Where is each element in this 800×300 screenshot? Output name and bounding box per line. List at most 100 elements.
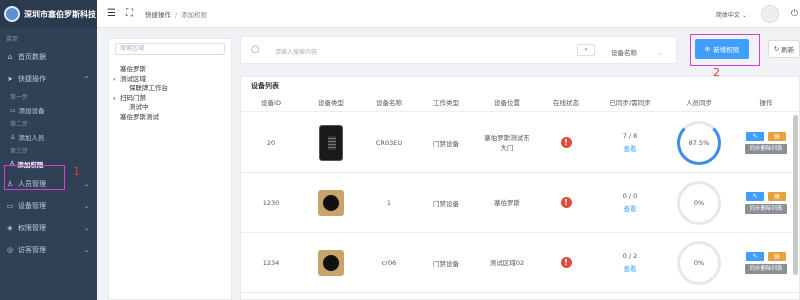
tree-node[interactable]: 塞伯罗斯测试 [113, 113, 231, 123]
tree-node[interactable]: 测试中 [113, 103, 231, 113]
language-select[interactable]: 简体中文 ⌄ [716, 10, 747, 19]
power-icon[interactable]: ⏻ [791, 9, 798, 19]
device-icon: ▭ [10, 106, 16, 114]
column-header: 在线状态 [553, 99, 579, 107]
scrollbar[interactable] [793, 115, 798, 275]
table-cell: ! [539, 137, 593, 148]
step-label: 第二步 [10, 121, 29, 128]
logo [4, 6, 20, 22]
table-cell: ✎ ▤ 同步删除列表 [731, 251, 800, 274]
edit-button[interactable]: ✎ [745, 191, 764, 201]
sidebar-item-permissions[interactable]: ◈ 权限管理 ⌄ [0, 217, 97, 239]
table-title: 设备列表 [251, 82, 279, 90]
tree-search-input[interactable]: 搜索区域 [115, 43, 225, 55]
tree-node-label: 塞伯罗斯 [120, 65, 146, 73]
device-field-select[interactable]: 设备名称 ⌄ [611, 47, 662, 57]
sync-delete-button[interactable]: 同步删除列表 [745, 143, 787, 154]
search-bar: ○ 请输入搜索内容 ⌕ 设备名称 ⌄ [240, 36, 677, 64]
user-icon: ♙ [10, 133, 16, 141]
table-cell: 塞伯罗斯 [475, 198, 539, 208]
device-id: 1234 [262, 258, 280, 267]
tree-node[interactable]: ▾ 扫码门禁 [113, 94, 231, 104]
step-label: 第一步 [10, 94, 29, 101]
breadcrumb: 快捷操作 / 添加权限 [145, 9, 207, 19]
tree-node[interactable]: 保联牌工作台 [113, 84, 231, 94]
sidebar-item-home[interactable]: ⌂ 首页数据 [0, 46, 97, 68]
sidebar-item-quick-actions[interactable]: ➤ 快捷操作 ^ [0, 68, 97, 90]
column-header: 工作类型 [433, 99, 459, 107]
caret-down-icon[interactable]: ▾ [113, 76, 120, 86]
view-link[interactable]: 查看 [624, 263, 637, 273]
menu-toggle-icon[interactable]: ☰ [107, 8, 116, 19]
refresh-label: 刷新 [781, 46, 795, 54]
device-location: 塞伯罗斯测试东大门 [484, 133, 530, 152]
breadcrumb-root[interactable]: 快捷操作 [145, 11, 171, 19]
list-icon: ▤ [774, 252, 780, 260]
device-id: 1230 [262, 198, 280, 207]
device-location: 塞伯罗斯 [494, 198, 520, 207]
table-cell: 测试区域02 [475, 258, 539, 268]
sidebar-sub-add-person[interactable]: ♙ 添加人员 [0, 130, 97, 144]
table-cell [301, 249, 361, 276]
add-permission-button[interactable]: ⊕ 新增权限 [695, 39, 749, 59]
device-table-card: 设备列表 设备ID 设备类型 设备名称 工作类型 设备位置 在线状态 已同步/需同步 人员同步… [240, 76, 800, 300]
more-button[interactable]: ▤ [767, 251, 786, 261]
sync-delete-button[interactable]: 同步删除列表 [745, 263, 787, 274]
sidebar-item-devices[interactable]: ▭ 设备管理 ⌄ [0, 195, 97, 217]
send-icon: ➤ [7, 75, 13, 83]
edit-button[interactable]: ✎ [745, 251, 764, 261]
device-name: cr06 [381, 258, 397, 267]
device-id: 20 [266, 138, 276, 147]
table-cell: 门禁设备 [417, 258, 475, 268]
sync-count: 7 / 8 [622, 132, 638, 140]
sidebar-sub-add-device[interactable]: ▭ 添加设备 [0, 103, 97, 117]
fullscreen-icon[interactable]: ⛶ [126, 8, 133, 19]
sidebar-item-label: 访客管理 [18, 246, 46, 254]
column-header: 设备类型 [318, 99, 344, 107]
search-input[interactable]: 请输入搜索内容 [275, 47, 317, 56]
column-header: 已同步/需同步 [609, 99, 651, 107]
table-cell: 门禁设备 [417, 198, 475, 208]
chevron-down-icon: ⌄ [657, 50, 663, 57]
row-actions: ✎ ▤ 同步删除列表 [745, 131, 787, 154]
sync-delete-button[interactable]: 同步删除列表 [745, 203, 787, 214]
table-cell: ✎ ▤ 同步删除列表 [731, 191, 800, 214]
device-image [319, 124, 343, 161]
view-link[interactable]: 查看 [624, 203, 637, 213]
sidebar-item-label: 首页数据 [18, 53, 46, 61]
offline-alert-icon: ! [560, 197, 572, 208]
tree-node[interactable]: ▾ 测试区域 [113, 75, 231, 85]
home-icon: ⌂ [7, 53, 13, 61]
avatar[interactable] [760, 5, 779, 23]
chevron-down-icon: ⌄ [83, 202, 89, 210]
refresh-button[interactable]: ↻ 刷新 [768, 40, 800, 58]
column-header: 人员同步 [686, 99, 712, 107]
add-permission-label: 新增权限 [713, 46, 740, 54]
sidebar: 深圳市塞伯罗斯科技 菜单 ⌂ 首页数据 ➤ 快捷操作 ^ 第一步 ▭ 添加设备 … [0, 0, 97, 300]
row-actions-top: ✎ ▤ [745, 191, 786, 201]
sidebar-sub-label: 添加设备 [18, 107, 45, 115]
annotation-number-1: 1 [73, 165, 80, 178]
column-header: 设备位置 [494, 99, 520, 107]
caret-down-icon[interactable]: ▾ [113, 95, 120, 105]
more-button[interactable]: ▤ [767, 131, 786, 141]
table-header: 设备ID 设备类型 设备名称 工作类型 设备位置 在线状态 已同步/需同步 人员同步 操作 [241, 95, 800, 112]
search-button[interactable]: ⌕ [577, 44, 595, 56]
tree-node[interactable]: 塞伯罗斯 [113, 65, 231, 75]
sync-percent: 87.5% [688, 138, 710, 147]
tree-node-label: 扫码门禁 [120, 93, 146, 102]
view-link[interactable]: 查看 [624, 143, 637, 153]
device-name: CR03EU [375, 138, 403, 147]
offline-alert-icon: ! [560, 257, 572, 268]
table-row: 1230 1 门禁设备 塞伯罗斯! 0 / 0 查看 0% ✎ ▤ 同步删除列表 [241, 173, 800, 233]
edit-icon: ✎ [752, 192, 758, 200]
edit-button[interactable]: ✎ [745, 131, 764, 141]
shield-icon: ◈ [7, 224, 13, 232]
table-cell: 0% [667, 180, 731, 225]
sync-progress-ring: 0% [677, 240, 721, 285]
sidebar-item-visitors[interactable]: ◎ 访客管理 ⌄ [0, 239, 97, 261]
visitor-icon: ◎ [6, 246, 14, 254]
table-row: 20 CR03EU 门禁设备 塞伯罗斯测试东大门! 7 / 8 查看 87.5% ✎ ▤ 同步删除… [241, 113, 800, 173]
annotation-box-1 [4, 165, 65, 190]
more-button[interactable]: ▤ [767, 191, 786, 201]
